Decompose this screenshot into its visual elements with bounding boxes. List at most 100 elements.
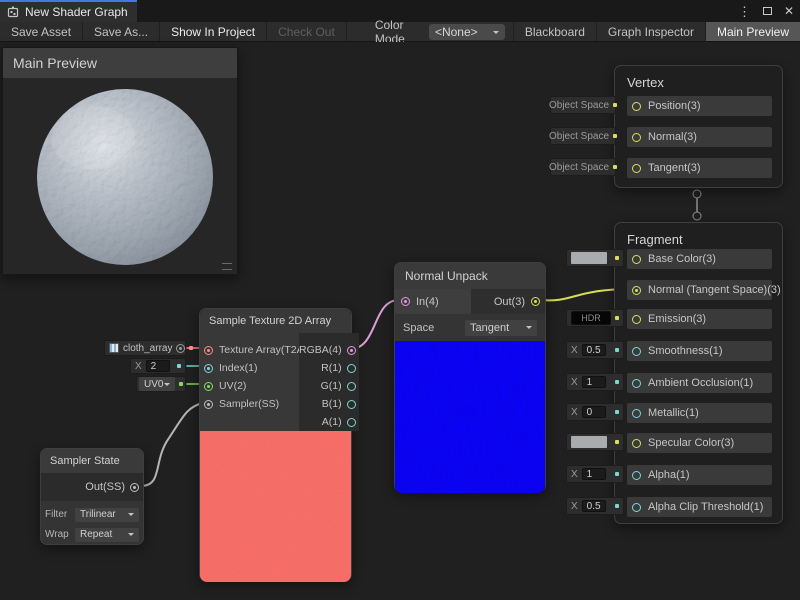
port-r-output[interactable] xyxy=(347,364,356,373)
row-r: R(1) xyxy=(299,359,359,377)
unpack-in-slot: In(4) xyxy=(395,289,471,314)
ao-value-chip[interactable]: X 1 xyxy=(566,373,624,391)
show-in-project-button[interactable]: Show In Project xyxy=(160,22,267,41)
port-sampler-input[interactable] xyxy=(204,400,213,409)
row-b: B(1) xyxy=(299,395,359,413)
port-normal-ts-input[interactable] xyxy=(632,286,641,295)
chip-port-dot xyxy=(615,440,619,444)
main-preview-viewport[interactable] xyxy=(3,78,237,274)
color-mode-label: Color Mode xyxy=(347,22,429,41)
port-specular-input[interactable] xyxy=(632,439,641,448)
close-icon[interactable]: ✕ xyxy=(784,5,794,17)
port-out-ss-output[interactable] xyxy=(130,483,139,492)
unpack-out-slot: Out(3) xyxy=(494,289,545,314)
resize-handle[interactable] xyxy=(222,263,232,270)
texture-property-chip[interactable]: cloth_array xyxy=(104,340,186,356)
emission-hdr-chip[interactable]: HDR xyxy=(566,309,624,327)
alpha-field[interactable]: 1 xyxy=(582,468,606,480)
unpack-node-title: Normal Unpack xyxy=(395,263,545,289)
color-mode-value: <None> xyxy=(435,25,478,39)
chevron-down-icon xyxy=(493,31,499,37)
port-in-input[interactable] xyxy=(401,297,410,306)
tab-new-shader-graph[interactable]: New Shader Graph xyxy=(0,0,137,22)
chip-port-dot xyxy=(613,103,617,107)
alpha-clip-value-chip[interactable]: X 0.5 xyxy=(566,497,624,515)
port-base-color-input[interactable] xyxy=(632,255,641,264)
space-dropdown[interactable]: Tangent xyxy=(465,320,537,336)
row-texture-array: Texture Array(T2A) xyxy=(200,341,299,359)
sample-node-title: Sample Texture 2D Array xyxy=(200,309,351,333)
metallic-value-chip[interactable]: X 0 xyxy=(566,403,624,421)
row-g: G(1) xyxy=(299,377,359,395)
save-as-button[interactable]: Save As... xyxy=(83,22,160,41)
filter-dropdown[interactable]: Trilinear xyxy=(75,508,139,522)
texture-array-icon xyxy=(109,343,119,353)
port-texture-array-input[interactable] xyxy=(204,346,213,355)
port-normal-input[interactable] xyxy=(632,133,641,142)
port-tangent-input[interactable] xyxy=(632,164,641,173)
sample-texture-2d-array-node[interactable]: Sample Texture 2D Array Texture Array(T2… xyxy=(199,308,352,581)
shader-graph-icon xyxy=(7,6,19,18)
smoothness-value-chip[interactable]: X 0.5 xyxy=(566,341,624,359)
binding-chip-normal[interactable]: Object Space xyxy=(550,127,616,145)
row-index: Index(1) xyxy=(200,359,299,377)
port-metallic-input[interactable] xyxy=(632,409,641,418)
uv-channel-chip[interactable]: UV0 xyxy=(136,376,186,392)
fragment-node[interactable]: Fragment Base Color(3) Normal (Tangent S… xyxy=(614,222,783,524)
sampler-out-row: Out(SS) xyxy=(41,473,143,501)
port-ao-input[interactable] xyxy=(632,379,641,388)
graph-inspector-toggle-button[interactable]: Graph Inspector xyxy=(596,22,705,41)
specular-swatch-chip[interactable] xyxy=(566,433,624,451)
smoothness-field[interactable]: 0.5 xyxy=(582,344,606,356)
alpha-value-chip[interactable]: X 1 xyxy=(566,465,624,483)
port-alpha-input[interactable] xyxy=(632,471,641,480)
port-emission-input[interactable] xyxy=(632,315,641,324)
port-smoothness-input[interactable] xyxy=(632,347,641,356)
port-index-input[interactable] xyxy=(204,364,213,373)
port-alpha-clip-input[interactable] xyxy=(632,503,641,512)
index-value-chip[interactable]: X 2 xyxy=(130,358,186,374)
uv-channel-dropdown[interactable]: UV0 xyxy=(139,377,175,391)
port-b-output[interactable] xyxy=(347,400,356,409)
hdr-color-swatch[interactable]: HDR xyxy=(571,311,611,325)
fragment-node-title: Fragment xyxy=(615,223,782,247)
preview-toggle-icon[interactable] xyxy=(176,344,185,353)
port-a-output[interactable] xyxy=(347,418,356,427)
binding-chip-position[interactable]: Object Space xyxy=(550,96,616,114)
color-swatch[interactable] xyxy=(571,436,607,448)
unpack-ports-row: In(4) Out(3) xyxy=(395,289,545,314)
port-g-output[interactable] xyxy=(347,382,356,391)
port-uv-input[interactable] xyxy=(204,382,213,391)
sampler-node-title: Sampler State xyxy=(41,449,143,473)
metallic-field[interactable]: 0 xyxy=(582,406,606,418)
sampler-state-node[interactable]: Sampler State Out(SS) Filter Trilinear W… xyxy=(40,448,144,545)
chip-port-dot xyxy=(615,316,619,320)
slot-base-color: Base Color(3) xyxy=(627,249,772,269)
color-swatch[interactable] xyxy=(571,252,607,264)
chip-port-dot xyxy=(615,256,619,260)
save-asset-button[interactable]: Save Asset xyxy=(0,22,83,41)
port-rgba-output[interactable] xyxy=(347,346,356,355)
index-field[interactable]: 2 xyxy=(146,360,170,372)
maximize-icon[interactable] xyxy=(763,7,772,15)
base-color-swatch-chip[interactable] xyxy=(566,249,624,267)
ao-field[interactable]: 1 xyxy=(582,376,606,388)
kebab-menu-icon[interactable]: ⋮ xyxy=(738,5,751,18)
main-preview-toggle-button[interactable]: Main Preview xyxy=(705,22,800,41)
main-preview-header[interactable]: Main Preview xyxy=(3,48,237,78)
filter-row: Filter Trilinear xyxy=(45,506,139,523)
tab-title: New Shader Graph xyxy=(25,5,128,19)
binding-chip-tangent[interactable]: Object Space xyxy=(550,158,616,176)
normal-unpack-node[interactable]: Normal Unpack In(4) Out(3) Space Tangent xyxy=(394,262,546,492)
slot-position: Position(3) xyxy=(627,96,772,116)
color-mode-dropdown[interactable]: <None> xyxy=(429,24,505,40)
slot-tangent: Tangent(3) xyxy=(627,158,772,178)
vertex-node[interactable]: Vertex Position(3) Normal(3) Tangent(3) xyxy=(614,65,783,188)
port-out-output[interactable] xyxy=(531,297,540,306)
port-position-input[interactable] xyxy=(632,102,641,111)
slot-alpha: Alpha(1) xyxy=(627,465,772,485)
blackboard-toggle-button[interactable]: Blackboard xyxy=(513,22,596,41)
alpha-clip-field[interactable]: 0.5 xyxy=(582,500,606,512)
chevron-down-icon xyxy=(164,383,170,389)
wrap-dropdown[interactable]: Repeat xyxy=(75,528,139,542)
